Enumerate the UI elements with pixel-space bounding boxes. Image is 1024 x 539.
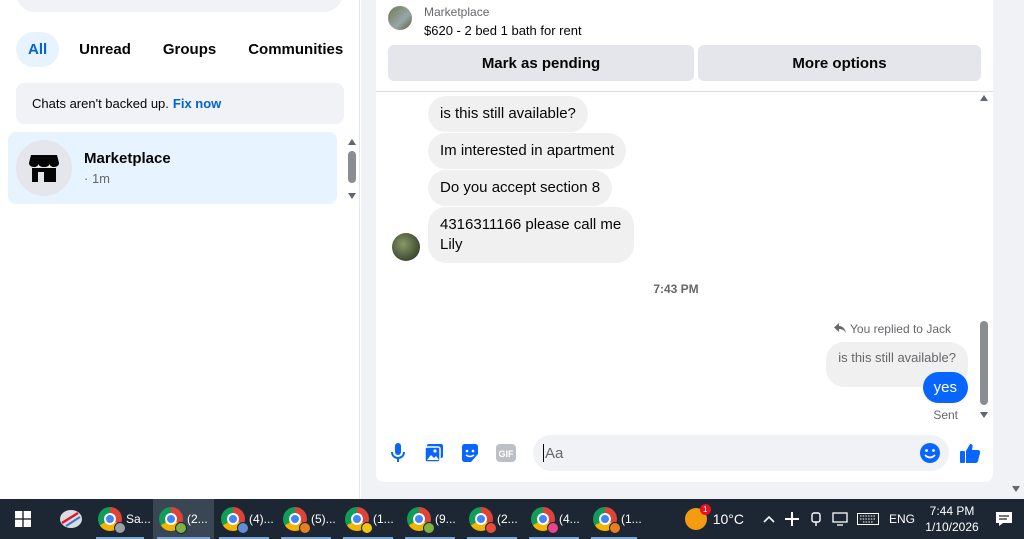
taskbar-chrome-window[interactable]: (2... bbox=[463, 499, 521, 539]
chrome-icon bbox=[221, 507, 249, 534]
chat-list-pane: All Unread Groups Communities Chats aren… bbox=[0, 0, 360, 499]
taskbar-chrome-window[interactable]: (4... bbox=[525, 499, 583, 539]
filter-communities[interactable]: Communities bbox=[236, 32, 355, 67]
reply-context-text: You replied to Jack bbox=[850, 322, 951, 336]
chrome-icon bbox=[593, 507, 621, 534]
sender-avatar[interactable] bbox=[392, 233, 420, 261]
microphone-icon[interactable] bbox=[387, 442, 409, 464]
taskbar-chrome-window[interactable]: (5)... bbox=[277, 499, 336, 539]
clock-time: 7:44 PM bbox=[929, 504, 975, 518]
conversation-panel: Marketplace $620 - 2 bed 1 bath for rent… bbox=[376, 0, 993, 482]
incoming-message: Im interested in apartment bbox=[428, 133, 627, 169]
chat-name: Marketplace bbox=[84, 150, 171, 167]
fix-now-link[interactable]: Fix now bbox=[173, 96, 221, 111]
taskbar-chrome-window[interactable]: (1... bbox=[339, 499, 397, 539]
windows-start-icon[interactable] bbox=[0, 499, 46, 539]
filter-groups[interactable]: Groups bbox=[151, 32, 228, 67]
backup-notice-text: Chats aren't backed up. bbox=[32, 96, 169, 111]
photo-icon[interactable] bbox=[423, 442, 445, 464]
weather-temperature: 10°C bbox=[712, 511, 744, 527]
reply-arrow-icon bbox=[834, 322, 847, 336]
filter-unread[interactable]: Unread bbox=[67, 32, 143, 67]
filter-all[interactable]: All bbox=[16, 32, 60, 67]
scroll-down-arrow-icon[interactable] bbox=[980, 412, 988, 418]
network-icon[interactable] bbox=[804, 511, 828, 527]
incoming-message: is this still available? bbox=[428, 96, 588, 132]
chat-list-scrollbar[interactable] bbox=[345, 137, 359, 201]
incoming-message: 4316311166 please call me Lily bbox=[428, 207, 634, 263]
emoji-icon[interactable] bbox=[919, 442, 941, 464]
plus-icon[interactable] bbox=[780, 512, 804, 526]
chrome-icon bbox=[469, 507, 497, 534]
more-options-button[interactable]: More options bbox=[698, 45, 981, 81]
like-thumb-icon[interactable] bbox=[959, 442, 981, 464]
reply-context: You replied to Jack bbox=[834, 322, 951, 336]
gif-icon[interactable]: GIF bbox=[495, 442, 517, 464]
taskbar-chrome-window[interactable]: (9... bbox=[401, 499, 459, 539]
outgoing-message: yes bbox=[922, 372, 968, 403]
taskbar-chrome-window[interactable]: (4)... bbox=[215, 499, 274, 539]
input-language[interactable]: ENG bbox=[884, 512, 920, 526]
chrome-icon bbox=[531, 507, 559, 534]
conversation-scrollbar[interactable] bbox=[977, 93, 991, 420]
system-clock[interactable]: 7:44 PM 1/10/2026 bbox=[920, 503, 984, 535]
taskbar-window-label: (4)... bbox=[249, 512, 274, 526]
svg-text:GIF: GIF bbox=[499, 449, 515, 459]
scroll-down-arrow-icon[interactable] bbox=[348, 193, 356, 199]
display-icon[interactable] bbox=[828, 512, 852, 526]
chrome-icon bbox=[407, 507, 435, 534]
message-timestamp: 7:43 PM bbox=[653, 282, 699, 296]
taskbar-chrome-window[interactable]: Sa... bbox=[92, 499, 151, 539]
marketplace-store-icon bbox=[16, 140, 72, 196]
message-composer: GIF Aa bbox=[376, 430, 993, 476]
taskbar-window-label: Sa... bbox=[126, 512, 151, 526]
listing-header[interactable]: Marketplace $620 - 2 bed 1 bath for rent bbox=[388, 0, 988, 44]
pinned-app-icon[interactable] bbox=[58, 507, 84, 536]
header-divider bbox=[376, 91, 993, 92]
message-status: Sent bbox=[933, 408, 958, 422]
system-tray: 1 10°C ENG 7:44 PM 1/10/2026 bbox=[684, 499, 1024, 539]
filter-chips: All Unread Groups Communities bbox=[16, 32, 355, 67]
taskbar-window-label: (4... bbox=[559, 512, 580, 526]
search-input[interactable] bbox=[16, 0, 343, 12]
chrome-icon bbox=[283, 507, 311, 534]
taskbar-window-label: (5)... bbox=[311, 512, 336, 526]
text-caret bbox=[543, 444, 544, 462]
notification-icon[interactable] bbox=[984, 511, 1024, 527]
clock-date: 1/10/2026 bbox=[925, 520, 979, 534]
scroll-up-arrow-icon[interactable] bbox=[980, 95, 988, 101]
backup-notice: Chats aren't backed up. Fix now bbox=[16, 83, 344, 124]
chat-time: · 1m bbox=[84, 171, 110, 186]
chrome-icon bbox=[159, 507, 187, 534]
windows-taskbar: Sa... (2... (4)... (5)... (1... (9... (2… bbox=[0, 499, 1024, 539]
chevron-up-icon[interactable] bbox=[758, 515, 780, 523]
taskbar-window-label: (1... bbox=[373, 512, 394, 526]
keyboard-icon[interactable] bbox=[852, 513, 884, 525]
sticker-icon[interactable] bbox=[459, 442, 481, 464]
chrome-icon bbox=[98, 507, 126, 534]
weather-alert-badge: 1 bbox=[699, 504, 711, 515]
incoming-message: Do you accept section 8 bbox=[428, 170, 613, 206]
taskbar-window-label: (9... bbox=[435, 512, 456, 526]
listing-title: $620 - 2 bed 1 bath for rent bbox=[424, 23, 582, 38]
taskbar-chrome-window[interactable]: (1... bbox=[587, 499, 642, 539]
message-input[interactable]: Aa bbox=[533, 435, 949, 471]
taskbar-window-label: (1... bbox=[621, 512, 642, 526]
weather-moon-icon: 1 bbox=[684, 504, 711, 530]
scroll-thumb[interactable] bbox=[348, 151, 356, 183]
listing-thumbnail bbox=[388, 6, 412, 30]
page-scroll-down-arrow-icon[interactable] bbox=[1012, 486, 1020, 492]
taskbar-chrome-window[interactable]: (2... bbox=[153, 499, 214, 539]
scroll-thumb[interactable] bbox=[980, 321, 988, 405]
chrome-icon bbox=[345, 507, 373, 534]
chat-list-item-marketplace[interactable]: Marketplace · 1m bbox=[8, 132, 337, 204]
mark-as-pending-button[interactable]: Mark as pending bbox=[388, 45, 694, 81]
weather-widget[interactable]: 1 10°C bbox=[684, 504, 744, 530]
taskbar-window-label: (2... bbox=[187, 512, 208, 526]
listing-source: Marketplace bbox=[424, 5, 490, 19]
scroll-up-arrow-icon[interactable] bbox=[348, 139, 356, 145]
message-input-placeholder: Aa bbox=[545, 444, 564, 462]
taskbar-window-label: (2... bbox=[497, 512, 518, 526]
